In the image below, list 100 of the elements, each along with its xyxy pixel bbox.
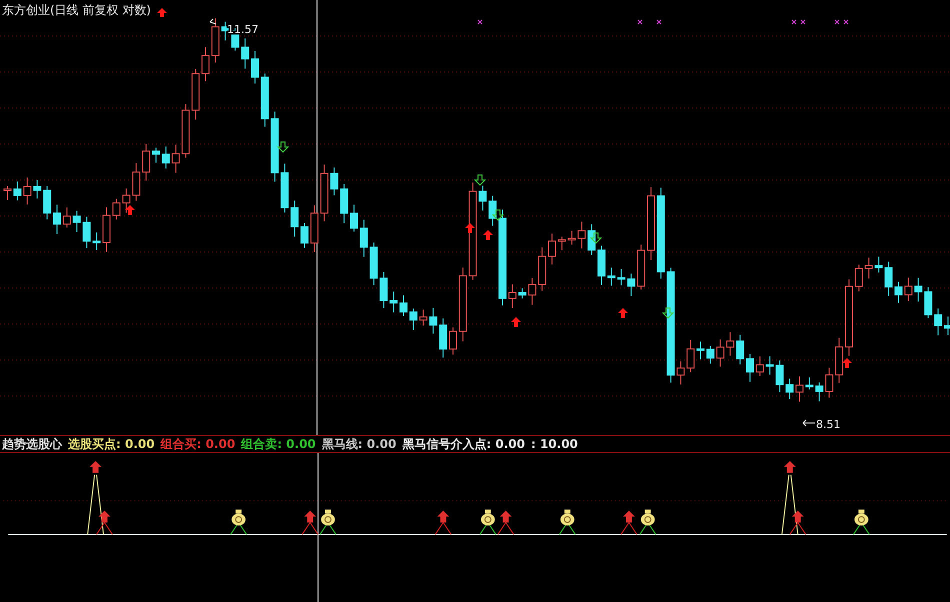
candle — [548, 233, 556, 265]
cross-icon — [638, 20, 642, 24]
candle — [241, 38, 250, 70]
indicator-legend-item: 黑马信号介入点: 0.00 — [402, 436, 525, 452]
candle — [380, 271, 388, 309]
candle — [23, 177, 32, 205]
up-arrow-icon — [618, 308, 628, 318]
money-bag-signal-drawing — [479, 510, 496, 535]
candle — [142, 143, 150, 182]
buy-signal-drawing — [789, 510, 806, 535]
candle — [290, 200, 299, 238]
up-arrow-icon — [511, 317, 521, 327]
candle — [874, 256, 883, 273]
cross-icon — [834, 20, 840, 24]
candle — [310, 204, 318, 253]
candle — [508, 284, 516, 309]
candle — [854, 264, 863, 292]
up-arrow-icon — [125, 205, 135, 215]
chart-title: 东方创业(日线 前复权 对数) — [2, 2, 151, 19]
cross-icon — [792, 20, 796, 24]
candle — [835, 337, 844, 384]
money-bag-signal-drawing — [852, 510, 870, 535]
candle — [894, 281, 902, 304]
buy-signal-drawing — [96, 510, 113, 535]
candle — [132, 162, 140, 202]
candle — [825, 367, 834, 398]
candle — [598, 245, 606, 286]
candle — [409, 308, 418, 330]
candle — [776, 360, 784, 393]
candle — [429, 307, 438, 334]
candle — [251, 50, 259, 84]
candle — [211, 18, 220, 63]
indicator-legend-item: : 10.00 — [530, 437, 578, 451]
candle — [419, 309, 428, 326]
cross-icon — [800, 20, 806, 24]
down-arrow-icon — [492, 210, 504, 221]
buy-signal-drawing — [497, 510, 514, 535]
candle — [518, 288, 526, 299]
candle — [162, 146, 170, 169]
candle — [221, 21, 230, 41]
pointer-arrow-icon — [210, 18, 216, 24]
candle — [300, 222, 308, 248]
candle — [558, 236, 566, 251]
money-bag-signal-drawing — [639, 510, 656, 535]
candle — [439, 318, 448, 358]
left-arrow-icon — [802, 420, 816, 426]
candle — [270, 111, 279, 182]
indicator-legend-item: 黑马线: 0.00 — [322, 436, 396, 452]
candle — [538, 246, 546, 292]
candle — [766, 356, 774, 376]
candle — [340, 183, 348, 224]
down-arrow-icon — [474, 174, 486, 186]
candle — [884, 261, 893, 296]
candle — [172, 144, 180, 174]
candle — [400, 294, 408, 317]
candle — [676, 360, 685, 385]
candle — [627, 273, 636, 297]
candle — [716, 338, 724, 368]
candle — [607, 267, 616, 286]
candle — [102, 206, 110, 252]
candle — [192, 68, 200, 120]
candle — [588, 224, 596, 256]
candle — [4, 186, 12, 200]
candle — [617, 268, 626, 286]
buy-signal-drawing — [302, 510, 319, 535]
candle — [43, 186, 52, 220]
down-arrow-icon — [590, 232, 602, 244]
candle — [934, 308, 942, 336]
candle — [796, 376, 804, 402]
cross-icon — [844, 20, 848, 24]
low-price-label: 8.51 — [816, 418, 840, 431]
candle — [53, 204, 61, 234]
up-arrow-icon — [842, 358, 852, 368]
candle — [112, 198, 120, 220]
candle — [805, 376, 814, 390]
candle — [182, 104, 190, 158]
money-bag-signal-drawing — [320, 510, 336, 535]
candle — [528, 278, 536, 306]
candle — [706, 345, 714, 364]
candle — [62, 206, 71, 228]
candle — [320, 164, 328, 222]
candle — [786, 378, 794, 400]
money-bag-signal-drawing — [558, 510, 576, 535]
candle — [478, 185, 487, 212]
candle — [360, 219, 368, 258]
indicator-legend-item: 趋势选股心 — [2, 436, 62, 452]
candle — [637, 244, 646, 290]
candle — [488, 195, 497, 226]
candle — [260, 73, 269, 128]
candle — [924, 286, 932, 319]
candle — [904, 277, 912, 302]
indicator-legend-item: 组合买: 0.00 — [160, 436, 236, 452]
indicator-legend-item: 组合卖: 0.00 — [241, 436, 316, 452]
cross-icon — [656, 20, 662, 24]
candle — [726, 332, 734, 356]
candle — [390, 291, 398, 313]
candle — [202, 46, 210, 82]
candle — [815, 382, 824, 402]
candle — [736, 334, 744, 365]
candle — [914, 277, 922, 302]
